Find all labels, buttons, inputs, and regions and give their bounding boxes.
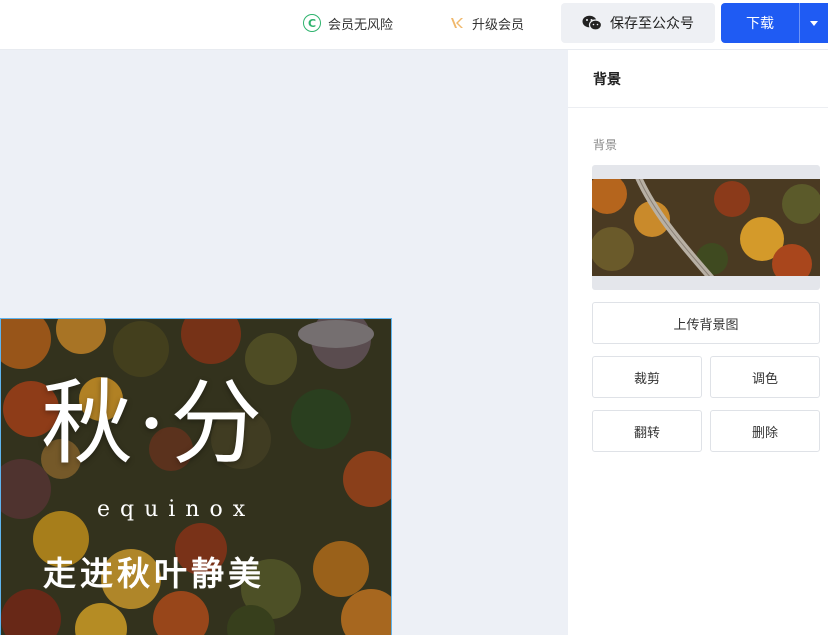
editor-canvas[interactable]: 秋·分 equinox 走进秋叶静美	[0, 50, 568, 635]
crop-button[interactable]: 裁剪	[592, 356, 702, 398]
caret-down-icon	[810, 20, 818, 26]
risk-free-label: 会员无风险	[328, 17, 394, 33]
flip-button[interactable]: 翻转	[592, 410, 702, 452]
top-toolbar: C 会员无风险 升级会员 保存至公众号 下载	[0, 0, 828, 50]
crown-icon	[451, 18, 463, 28]
upload-background-button[interactable]: 上传背景图	[592, 302, 820, 344]
download-button[interactable]: 下载	[721, 3, 799, 43]
save-to-wechat-button[interactable]: 保存至公众号	[561, 3, 715, 43]
panel-title: 背景	[568, 50, 828, 108]
download-dropdown-button[interactable]	[799, 3, 828, 43]
background-section-label: 背景	[593, 138, 618, 152]
poster-slogan[interactable]: 走进秋叶静美	[43, 547, 265, 595]
copyright-icon: C	[303, 14, 321, 32]
delete-button[interactable]: 删除	[710, 410, 820, 452]
member-risk-free-link[interactable]: C 会员无风险	[303, 0, 393, 46]
properties-panel: 背景 背景 上传背景图 裁剪 调色 翻转 删除	[568, 50, 828, 635]
poster-design[interactable]: 秋·分 equinox 走进秋叶静美	[0, 318, 392, 635]
wechat-icon	[582, 15, 602, 31]
poster-subtitle[interactable]: equinox	[97, 497, 255, 522]
upgrade-label: 升级会员	[472, 17, 525, 33]
background-thumbnail-image	[592, 179, 820, 276]
upgrade-member-link[interactable]: 升级会员	[449, 0, 524, 46]
download-button-group: 下载	[721, 3, 828, 43]
poster-title[interactable]: 秋·分	[41, 369, 321, 479]
wechat-label: 保存至公众号	[610, 16, 694, 32]
color-adjust-button[interactable]: 调色	[710, 356, 820, 398]
background-preview[interactable]	[592, 165, 820, 290]
